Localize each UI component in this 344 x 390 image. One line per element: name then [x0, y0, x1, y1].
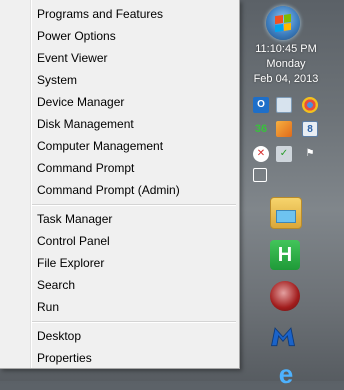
menu-item-disk-management[interactable]: Disk Management	[37, 113, 134, 135]
chrome-icon[interactable]	[302, 97, 318, 113]
media-icon[interactable]	[270, 281, 300, 311]
menu-item-computer-management[interactable]: Computer Management	[37, 135, 163, 157]
security-check-icon[interactable]: ✓	[276, 146, 292, 162]
clock-time: 11:10:45 PM	[255, 43, 317, 55]
bluetooth-icon[interactable]: 8	[302, 121, 318, 137]
network-icon[interactable]	[253, 168, 267, 182]
menu-item-control-panel[interactable]: Control Panel	[37, 230, 110, 252]
menu-item-command-prompt-admin[interactable]: Command Prompt (Admin)	[37, 179, 180, 201]
flag-icon[interactable]: ⚑	[302, 146, 318, 162]
menu-separator	[32, 204, 236, 206]
h-app-icon[interactable]: H	[270, 240, 300, 270]
winx-context-menu: Programs and Features Power Options Even…	[0, 0, 240, 369]
internet-explorer-icon[interactable]: e	[271, 359, 301, 389]
folder-window-icon	[276, 209, 296, 223]
menu-item-power-options[interactable]: Power Options	[37, 25, 116, 47]
menu-separator	[32, 321, 236, 323]
menu-item-search[interactable]: Search	[37, 274, 75, 296]
file-explorer-icon[interactable]	[270, 197, 302, 229]
network-speed-icon[interactable]: 36	[253, 121, 269, 137]
paint-icon[interactable]	[276, 121, 292, 137]
menu-item-run[interactable]: Run	[37, 296, 59, 318]
outlook-icon[interactable]: O	[253, 97, 269, 113]
menu-item-system[interactable]: System	[37, 69, 77, 91]
remote-desktop-icon[interactable]	[276, 97, 292, 113]
shield-icon[interactable]: ✕	[253, 146, 269, 162]
menu-item-task-manager[interactable]: Task Manager	[37, 208, 112, 230]
malwarebytes-logo-icon	[270, 327, 296, 347]
menu-item-event-viewer[interactable]: Event Viewer	[37, 47, 107, 69]
menu-item-device-manager[interactable]: Device Manager	[37, 91, 124, 113]
menu-item-programs-and-features[interactable]: Programs and Features	[37, 3, 163, 25]
windows-flag-icon	[275, 13, 291, 33]
menu-item-file-explorer[interactable]: File Explorer	[37, 252, 104, 274]
windows-start-icon[interactable]	[266, 6, 300, 40]
malwarebytes-icon[interactable]	[268, 321, 298, 351]
taskbar-clock[interactable]: 11:10:45 PM Monday Feb 04, 2013	[246, 42, 326, 87]
clock-day: Monday	[266, 58, 306, 70]
menu-item-command-prompt[interactable]: Command Prompt	[37, 157, 134, 179]
menu-item-desktop[interactable]: Desktop	[37, 325, 81, 347]
menu-item-properties[interactable]: Properties	[37, 347, 92, 369]
clock-date: Feb 04, 2013	[253, 73, 319, 85]
